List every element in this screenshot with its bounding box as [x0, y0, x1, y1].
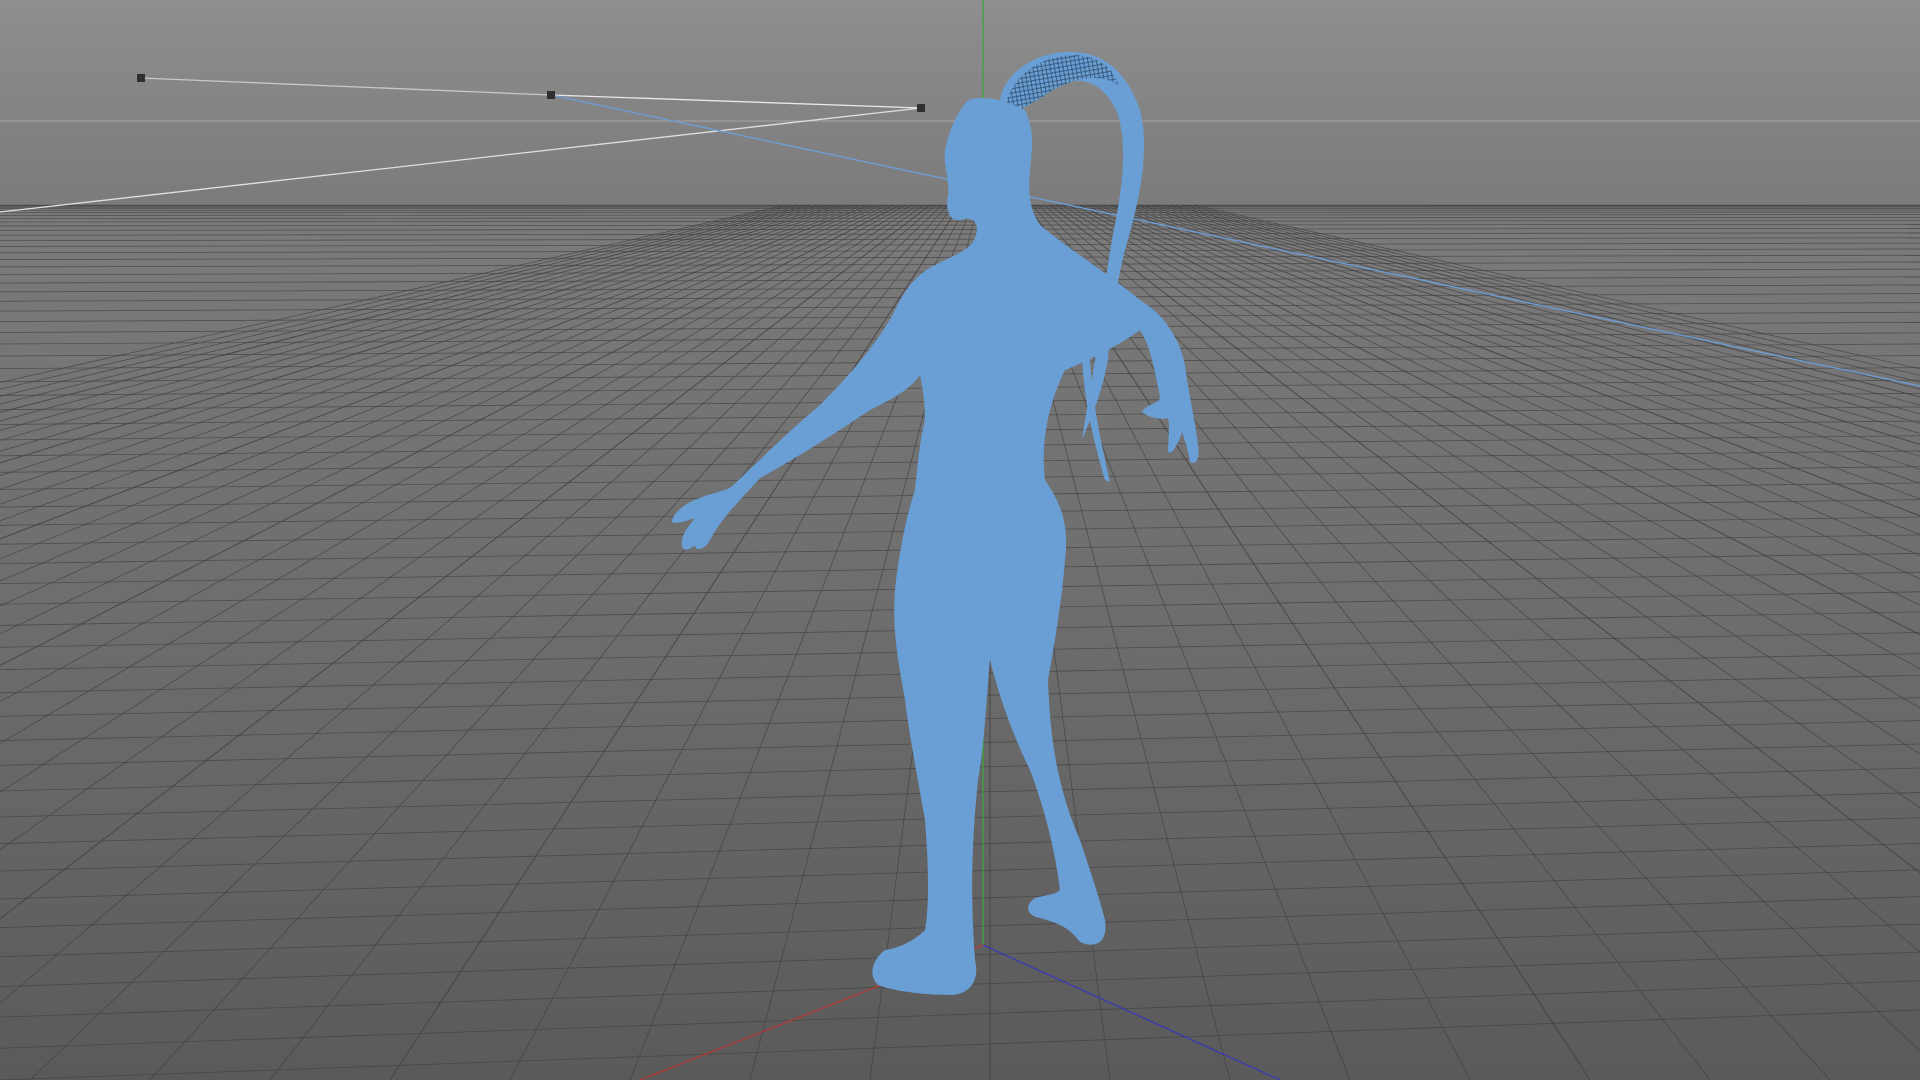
viewport-canvas[interactable]	[0, 0, 1920, 1080]
3d-viewport[interactable]	[0, 0, 1920, 1080]
spline-control-point[interactable]	[917, 104, 925, 112]
spline-control-point[interactable]	[137, 74, 145, 82]
spline-control-point[interactable]	[547, 91, 555, 99]
